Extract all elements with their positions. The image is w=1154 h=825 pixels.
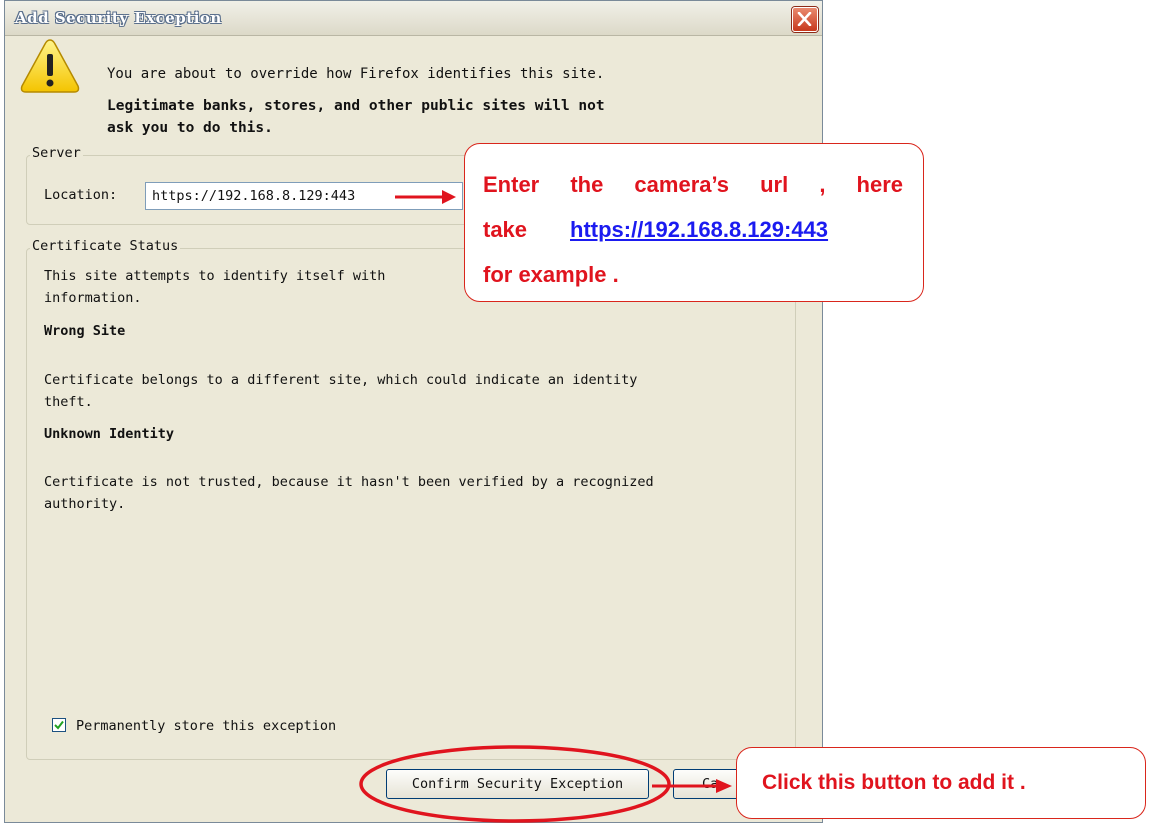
- warning-icon: [20, 39, 80, 93]
- certificate-status-label: Certificate Status: [30, 238, 181, 254]
- window-title: Add Security Exception: [15, 9, 222, 27]
- unknown-identity-text-line2: authority.: [44, 496, 126, 512]
- callout-url-line2-prefix: take: [483, 217, 528, 242]
- certificate-status-group: [26, 248, 796, 760]
- close-button[interactable]: [792, 7, 818, 32]
- permanent-store-checkbox[interactable]: [52, 718, 66, 732]
- warning-text-line1: Legitimate banks, stores, and other publ…: [107, 98, 605, 114]
- cancel-button[interactable]: Ca: [673, 769, 745, 799]
- server-group-label: Server: [30, 145, 83, 161]
- unknown-identity-text-line1: Certificate is not trusted, because it h…: [44, 474, 654, 490]
- confirm-security-exception-button[interactable]: Confirm Security Exception: [386, 769, 649, 799]
- cert-status-line2: information.: [44, 290, 142, 306]
- cert-status-line1: This site attempts to identify itself wi…: [44, 268, 386, 284]
- title-bar[interactable]: Add Security Exception: [5, 1, 822, 36]
- callout-url-line1: Enter the camera’s url , here: [483, 172, 903, 197]
- callout-url-link[interactable]: https://192.168.8.129:443: [570, 217, 828, 243]
- callout-url-line3: for example .: [483, 262, 619, 287]
- checkmark-icon: [54, 720, 64, 730]
- wrong-site-text-line2: theft.: [44, 394, 93, 410]
- wrong-site-heading: Wrong Site: [44, 323, 126, 339]
- unknown-identity-heading: Unknown Identity: [44, 426, 175, 442]
- callout-button-hint: Click this button to add it .: [762, 771, 1026, 794]
- location-input[interactable]: https://192.168.8.129:443: [145, 182, 463, 210]
- warning-text-line2: ask you to do this.: [107, 120, 273, 136]
- close-icon: [797, 12, 812, 26]
- wrong-site-text-line1: Certificate belongs to a different site,…: [44, 372, 638, 388]
- location-label: Location:: [44, 187, 118, 203]
- intro-text: You are about to override how Firefox id…: [107, 66, 605, 82]
- permanent-store-label[interactable]: Permanently store this exception: [76, 718, 336, 734]
